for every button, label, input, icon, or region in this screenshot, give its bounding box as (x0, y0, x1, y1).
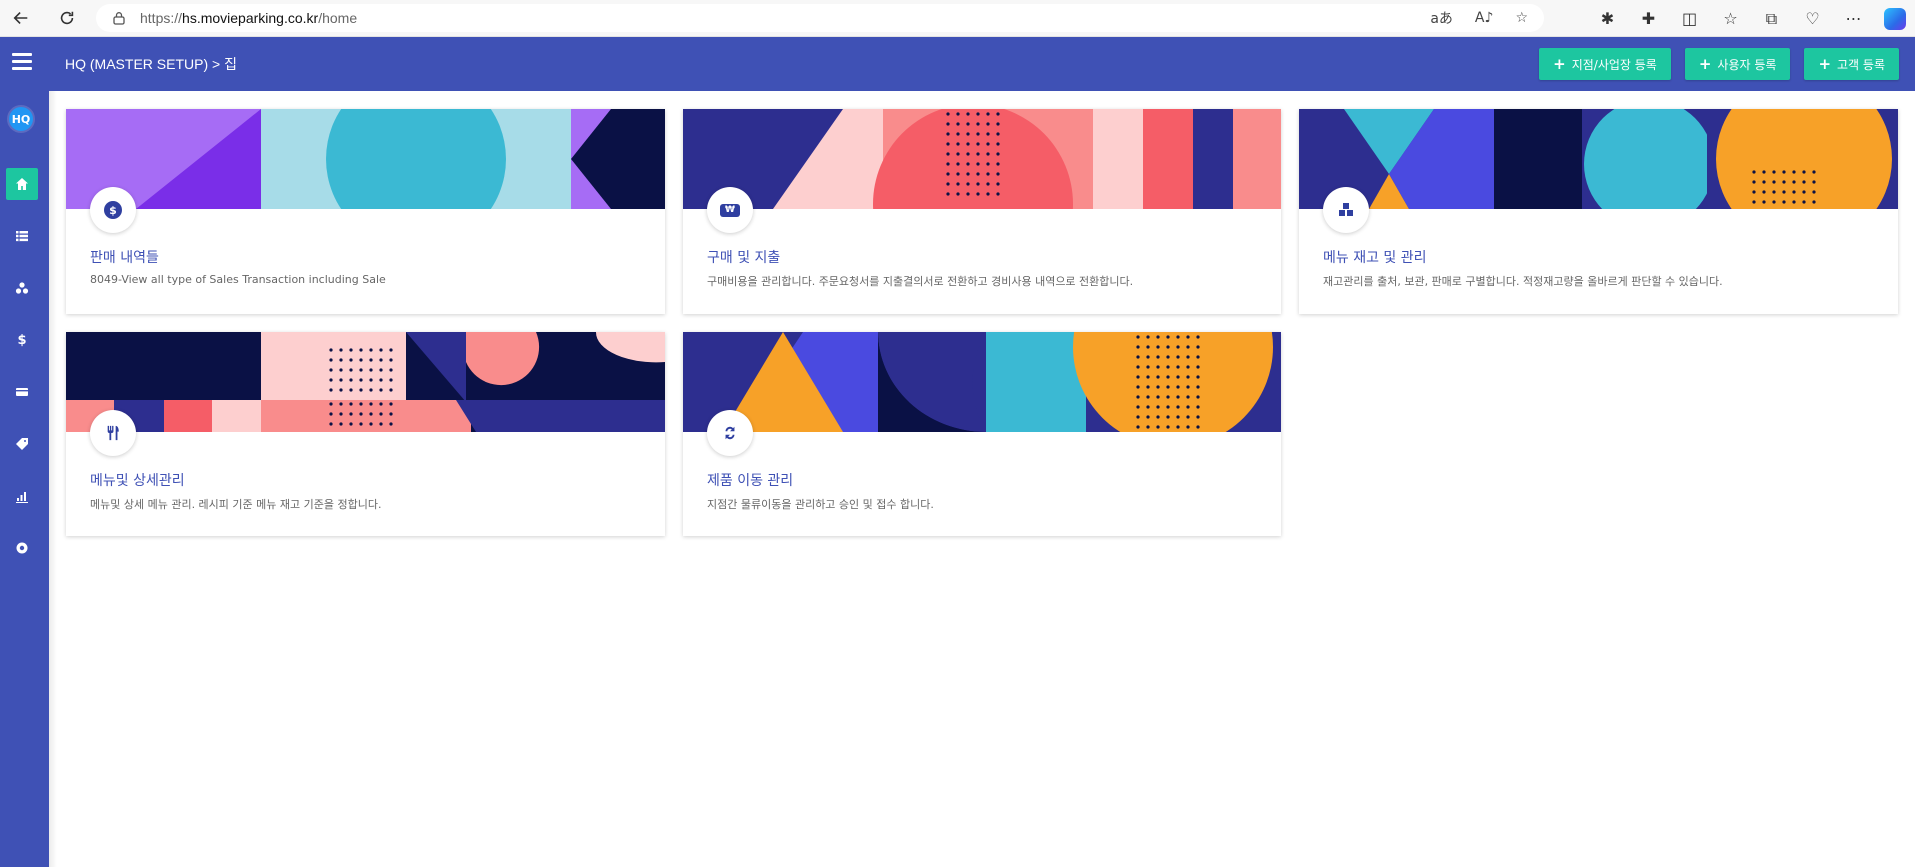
read-aloud-icon[interactable]: A♪ (1475, 10, 1494, 26)
translate-icon[interactable]: aあ (1430, 8, 1453, 28)
utensils-icon (90, 410, 136, 456)
add-customer-button[interactable]: + 고객 등록 (1804, 48, 1899, 80)
more-icon[interactable]: ⋯ (1833, 9, 1874, 28)
card-banner (66, 109, 665, 209)
menu-toggle-icon[interactable] (12, 53, 32, 71)
card-banner (66, 332, 665, 432)
chart-icon[interactable] (6, 480, 38, 512)
card-title: 구매 및 지출 (707, 250, 781, 266)
card-banner (683, 332, 1281, 432)
performance-icon[interactable]: ♡ (1792, 9, 1833, 28)
card-banner (683, 109, 1281, 209)
extensions-icon[interactable]: ✚ (1628, 9, 1669, 28)
split-screen-icon[interactable]: ◫ (1669, 9, 1710, 28)
settings-icon[interactable] (6, 532, 38, 564)
card-title: 제품 이동 관리 (707, 473, 794, 489)
back-icon[interactable] (4, 3, 38, 33)
transfer-icon (707, 410, 753, 456)
card-sales-history[interactable]: $ 판매 내역들 8049-View all type of Sales Tra… (66, 109, 665, 314)
card-icon[interactable] (6, 376, 38, 408)
card-description: 재고관리를 출처, 보관, 판매로 구별합니다. 적정재고량을 올바르게 판단할… (1323, 275, 1723, 288)
card-title: 판매 내역들 (90, 250, 159, 266)
money-icon: ₩ (707, 187, 753, 233)
favorites-icon[interactable]: ☆ (1710, 9, 1751, 28)
card-description: 메뉴및 상세 메뉴 관리. 레시피 기준 메뉴 재고 기준을 정합니다. (90, 498, 382, 511)
card-product-transfer[interactable]: 제품 이동 관리 지점간 물류이동을 관리하고 승인 및 접수 합니다. (683, 332, 1281, 536)
avatar[interactable]: HQ (7, 105, 35, 133)
sidebar: HQ $ (0, 91, 49, 867)
collections-icon[interactable]: ⧉ (1751, 9, 1792, 29)
add-user-button[interactable]: + 사용자 등록 (1684, 48, 1791, 80)
favorite-star-icon[interactable]: ☆ (1515, 10, 1528, 26)
card-description: 8049-View all type of Sales Transaction … (90, 273, 386, 286)
card-menu-detail[interactable]: 메뉴및 상세관리 메뉴및 상세 메뉴 관리. 레시피 기준 메뉴 재고 기준을 … (66, 332, 665, 536)
sidebar-shadow (49, 91, 57, 867)
boxes-icon[interactable] (6, 272, 38, 304)
tag-icon[interactable] (6, 428, 38, 460)
card-title: 메뉴 재고 및 관리 (1323, 250, 1427, 266)
app-header: HQ (MASTER SETUP) > 집 + 지점/사업장 등록 + 사용자 등록… (0, 37, 1915, 91)
extension-bug-icon[interactable]: ✱ (1587, 9, 1628, 28)
card-title: 메뉴및 상세관리 (90, 473, 185, 489)
card-menu-inventory[interactable]: 메뉴 재고 및 관리 재고관리를 출처, 보관, 판매로 구별합니다. 적정재고… (1299, 109, 1898, 314)
home-icon[interactable] (6, 168, 38, 200)
breadcrumb: HQ (MASTER SETUP) > 집 (65, 56, 237, 72)
plus-icon: + (1698, 55, 1712, 73)
card-description: 지점간 물류이동을 관리하고 승인 및 접수 합니다. (707, 498, 934, 511)
dollar-icon[interactable]: $ (6, 324, 38, 356)
copilot-icon[interactable] (1874, 7, 1915, 30)
plus-icon: + (1553, 55, 1566, 73)
lock-icon (113, 12, 125, 25)
address-bar[interactable]: https://hs.movieparking.co.kr/home aあ A♪… (96, 4, 1544, 32)
card-purchase-expense[interactable]: ₩ 구매 및 지출 구매비용을 관리합니다. 주문요청서를 지출결의서로 전환하… (683, 109, 1281, 314)
cubes-icon (1323, 187, 1369, 233)
refresh-icon[interactable] (50, 3, 84, 33)
card-description: 구매비용을 관리합니다. 주문요청서를 지출결의서로 전환하고 경비사용 내역으… (707, 275, 1134, 288)
dollar-icon: $ (90, 187, 136, 233)
add-branch-button[interactable]: + 지점/사업장 등록 (1539, 48, 1671, 80)
card-banner (1299, 109, 1898, 209)
url-text: https://hs.movieparking.co.kr/home (140, 10, 358, 26)
browser-toolbar: https://hs.movieparking.co.kr/home aあ A♪… (0, 0, 1915, 37)
list-icon[interactable] (6, 220, 38, 252)
plus-icon: + (1818, 55, 1832, 73)
